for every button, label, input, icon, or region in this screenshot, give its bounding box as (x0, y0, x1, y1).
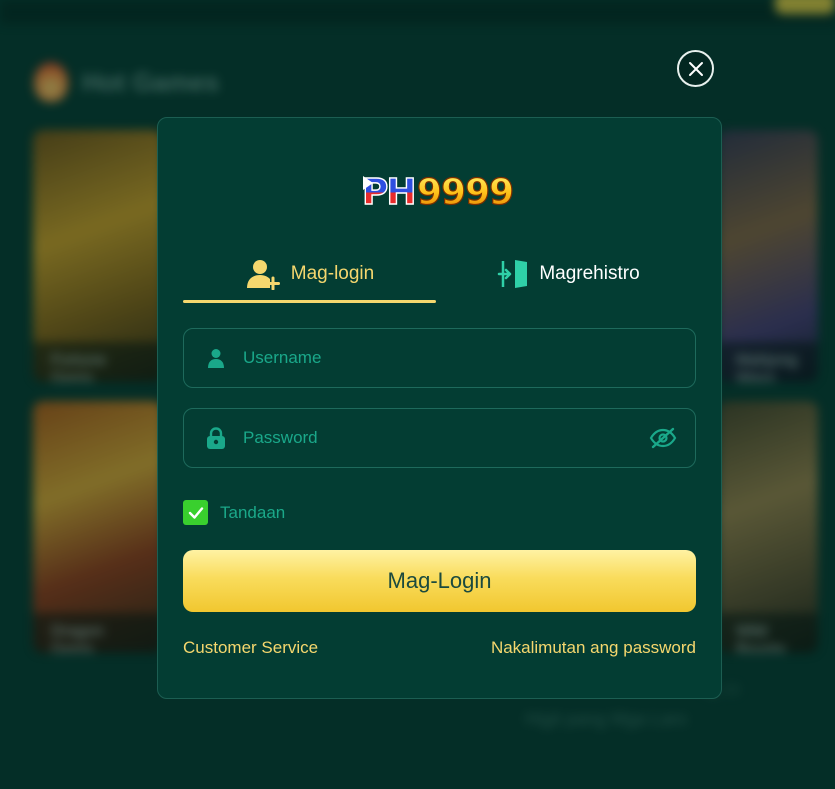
svg-text:PH: PH (362, 172, 415, 212)
login-modal: PH 9999 Mag-login Magrehistro Username T… (157, 117, 722, 699)
game-card-title: Mahjong Ways (718, 342, 818, 382)
remember-label: Tandaan (220, 502, 286, 522)
username-field (183, 328, 696, 388)
remember-checkbox[interactable] (183, 500, 208, 525)
checkmark-icon (188, 506, 203, 519)
username-input[interactable] (243, 329, 695, 387)
customer-service-link[interactable]: Customer Service (183, 638, 318, 658)
login-submit-button[interactable]: Mag-Login (183, 550, 696, 612)
top-bar-button (775, 0, 835, 14)
lock-icon (205, 427, 227, 449)
remember-me: Tandaan (183, 500, 285, 525)
tab-register[interactable]: Magrehistro (442, 246, 695, 302)
game-card-title: Wild Bounty (718, 613, 818, 653)
forgot-password-link[interactable]: Nakalimutan ang password (491, 638, 696, 658)
fire-icon (34, 62, 68, 102)
tab-register-label: Magrehistro (539, 263, 640, 284)
user-icon (205, 347, 227, 369)
svg-text:9999: 9999 (417, 172, 513, 212)
auth-tabs: Mag-login Magrehistro (183, 246, 695, 303)
game-card: Fortune Gems (33, 130, 163, 382)
register-door-icon (498, 260, 528, 288)
section-title: Hot Games (82, 66, 220, 97)
eye-slash-icon[interactable] (649, 427, 677, 449)
close-icon (688, 61, 703, 76)
section-header: Hot Games (34, 62, 219, 102)
brand-logo: PH 9999 (362, 171, 515, 212)
tab-login[interactable]: Mag-login (183, 246, 436, 303)
game-card: Wild Bounty (718, 401, 818, 653)
user-add-icon (246, 260, 280, 290)
close-button[interactable] (677, 50, 714, 87)
game-card: Dragon Gems (33, 401, 163, 653)
game-card-title: Dragon Gems (33, 613, 163, 653)
top-bar (0, 0, 835, 24)
tab-login-label: Mag-login (290, 263, 375, 284)
load-more-link: Higit pang Mga Laro (525, 709, 688, 729)
game-card-title: Fortune Gems (33, 342, 163, 382)
password-input[interactable] (243, 409, 649, 467)
password-field (183, 408, 696, 468)
game-card: Mahjong Ways (718, 130, 818, 382)
